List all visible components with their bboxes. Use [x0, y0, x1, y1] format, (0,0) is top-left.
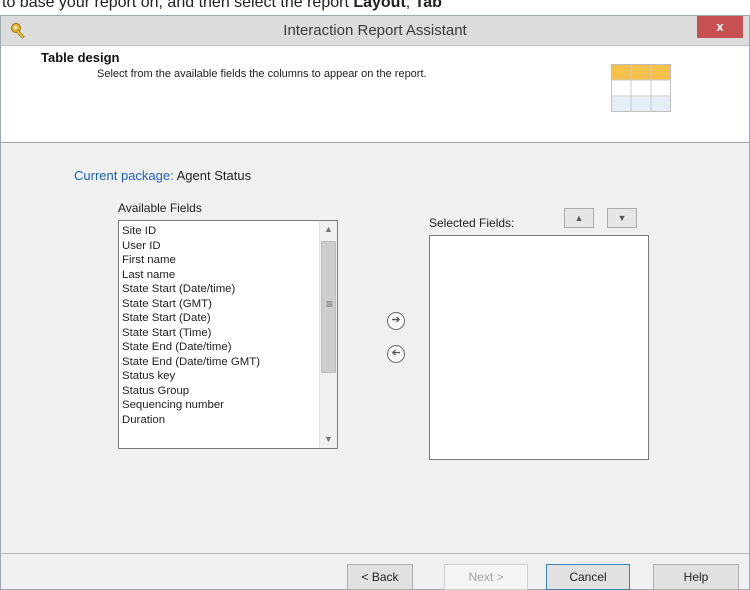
selected-fields-label: Selected Fields: — [429, 216, 515, 230]
list-item[interactable]: Status key — [122, 369, 317, 384]
selected-fields-list[interactable] — [429, 235, 649, 460]
list-item[interactable]: State Start (Date) — [122, 311, 317, 326]
list-item[interactable]: Last name — [122, 268, 317, 283]
arrow-left-circle-icon: ➔ — [391, 347, 401, 359]
caption-layout: Layout — [353, 0, 406, 11]
step-title: Table design — [41, 50, 120, 65]
list-item[interactable]: Duration — [122, 413, 317, 428]
triangle-down-icon: ▼ — [617, 213, 627, 223]
list-item[interactable]: State End (Date/time GMT) — [122, 355, 317, 370]
caption-tab: Tab — [414, 0, 442, 11]
package-value: Agent Status — [176, 168, 252, 183]
list-item[interactable]: Site ID — [122, 224, 317, 239]
current-package: Current package: Agent Status — [74, 168, 251, 183]
help-button[interactable]: Help — [653, 564, 739, 590]
move-up-button[interactable]: ▲ — [564, 208, 594, 228]
available-fields-items: Site ID User ID First name Last name State S… — [122, 224, 317, 427]
window-title: Interaction Report Assistant — [283, 22, 467, 39]
list-item[interactable]: State Start (Date/time) — [122, 282, 317, 297]
list-scrollbar[interactable]: ▲ ≡ ▼ — [319, 221, 337, 448]
wizard-content: Current package: Agent Status Available … — [1, 144, 749, 544]
list-item[interactable]: State End (Date/time) — [122, 340, 317, 355]
wizard-header: Table design Select from the available f… — [1, 47, 749, 143]
close-button[interactable]: x — [697, 16, 743, 38]
package-label: Current package: — [74, 168, 174, 183]
list-item[interactable]: User ID — [122, 239, 317, 254]
cancel-button[interactable]: Cancel — [546, 564, 630, 590]
footer-divider — [1, 553, 749, 554]
list-item[interactable]: State Start (GMT) — [122, 297, 317, 312]
list-item[interactable]: State Start (Time) — [122, 326, 317, 341]
scroll-down-icon[interactable]: ▼ — [320, 431, 337, 448]
caption-text: to base your report on, and then select … — [2, 0, 354, 11]
list-item[interactable]: Sequencing number — [122, 398, 317, 413]
triangle-up-icon: ▲ — [574, 213, 584, 223]
move-down-button[interactable]: ▼ — [607, 208, 637, 228]
available-fields-label: Available Fields — [118, 201, 202, 215]
scroll-thumb[interactable]: ≡ — [321, 241, 336, 373]
add-field-button[interactable]: ➔ — [387, 312, 405, 330]
remove-field-button[interactable]: ➔ — [387, 345, 405, 363]
back-button[interactable]: < Back — [347, 564, 413, 590]
grip-icon: ≡ — [326, 297, 334, 311]
title-bar: Interaction Report Assistant x — [1, 16, 749, 46]
caption-sep: , — [405, 0, 415, 11]
next-button[interactable]: Next > — [444, 564, 528, 590]
instruction-caption: to base your report on, and then select … — [0, 0, 750, 16]
list-item[interactable]: Status Group — [122, 384, 317, 399]
step-description: Select from the available fields the col… — [97, 68, 427, 80]
available-fields-list[interactable]: Site ID User ID First name Last name State S… — [118, 220, 338, 449]
arrow-right-circle-icon: ➔ — [391, 314, 401, 326]
report-assistant-window: Interaction Report Assistant x Table des… — [0, 15, 750, 590]
list-item[interactable]: First name — [122, 253, 317, 268]
table-icon — [611, 64, 671, 112]
scroll-up-icon[interactable]: ▲ — [320, 221, 337, 238]
